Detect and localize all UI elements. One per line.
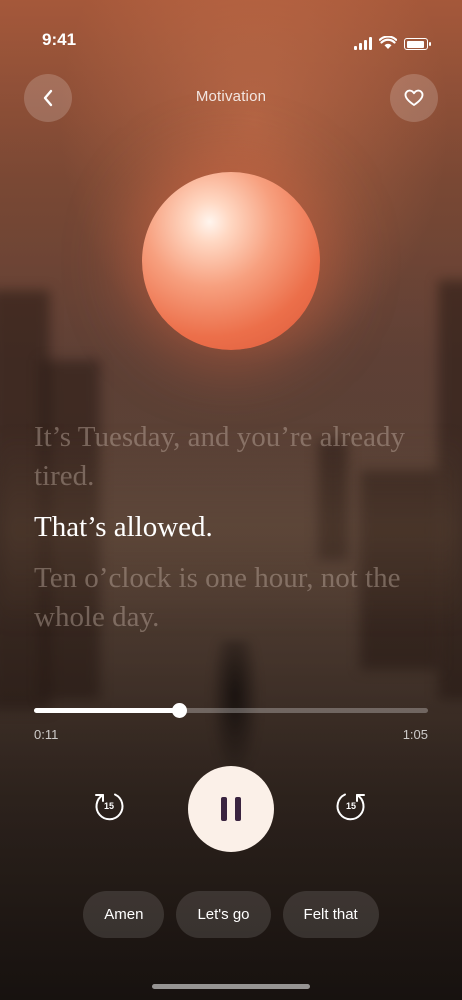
status-time: 9:41 [42, 30, 77, 49]
elapsed-time: 0:11 [34, 727, 59, 742]
lyric-line-next[interactable]: Ten o’clock is one hour, not the whole d… [34, 559, 432, 637]
skip-forward-15-button[interactable]: 15 [333, 789, 369, 825]
favorite-button[interactable] [390, 74, 438, 122]
progress-slider[interactable] [34, 703, 428, 718]
reaction-chip-felt-that[interactable]: Felt that [282, 891, 379, 938]
progress-knob[interactable] [172, 703, 187, 718]
cellular-signal-icon [354, 36, 372, 50]
heart-icon [404, 89, 424, 106]
lyric-line-previous[interactable]: It’s Tuesday, and you’re already tired. [34, 418, 432, 496]
pause-button[interactable] [188, 766, 274, 852]
reaction-chips: Amen Let's go Felt that [0, 891, 462, 938]
reaction-chip-lets-go[interactable]: Let's go [176, 891, 271, 938]
audio-orb [142, 172, 320, 350]
total-duration: 1:05 [402, 727, 428, 742]
home-indicator[interactable] [152, 984, 310, 989]
lyrics-panel: It’s Tuesday, and you’re already tired. … [34, 418, 432, 649]
skip-back-seconds: 15 [103, 801, 114, 811]
skip-back-15-button[interactable]: 15 [91, 789, 127, 825]
progress-fill [34, 708, 180, 713]
battery-icon [404, 38, 431, 50]
skip-forward-seconds: 15 [345, 801, 356, 811]
status-icons [354, 36, 431, 50]
pause-icon [221, 797, 227, 821]
wifi-icon [379, 36, 397, 49]
reaction-chip-amen[interactable]: Amen [83, 891, 165, 938]
lyric-line-current[interactable]: That’s allowed. [34, 508, 432, 547]
